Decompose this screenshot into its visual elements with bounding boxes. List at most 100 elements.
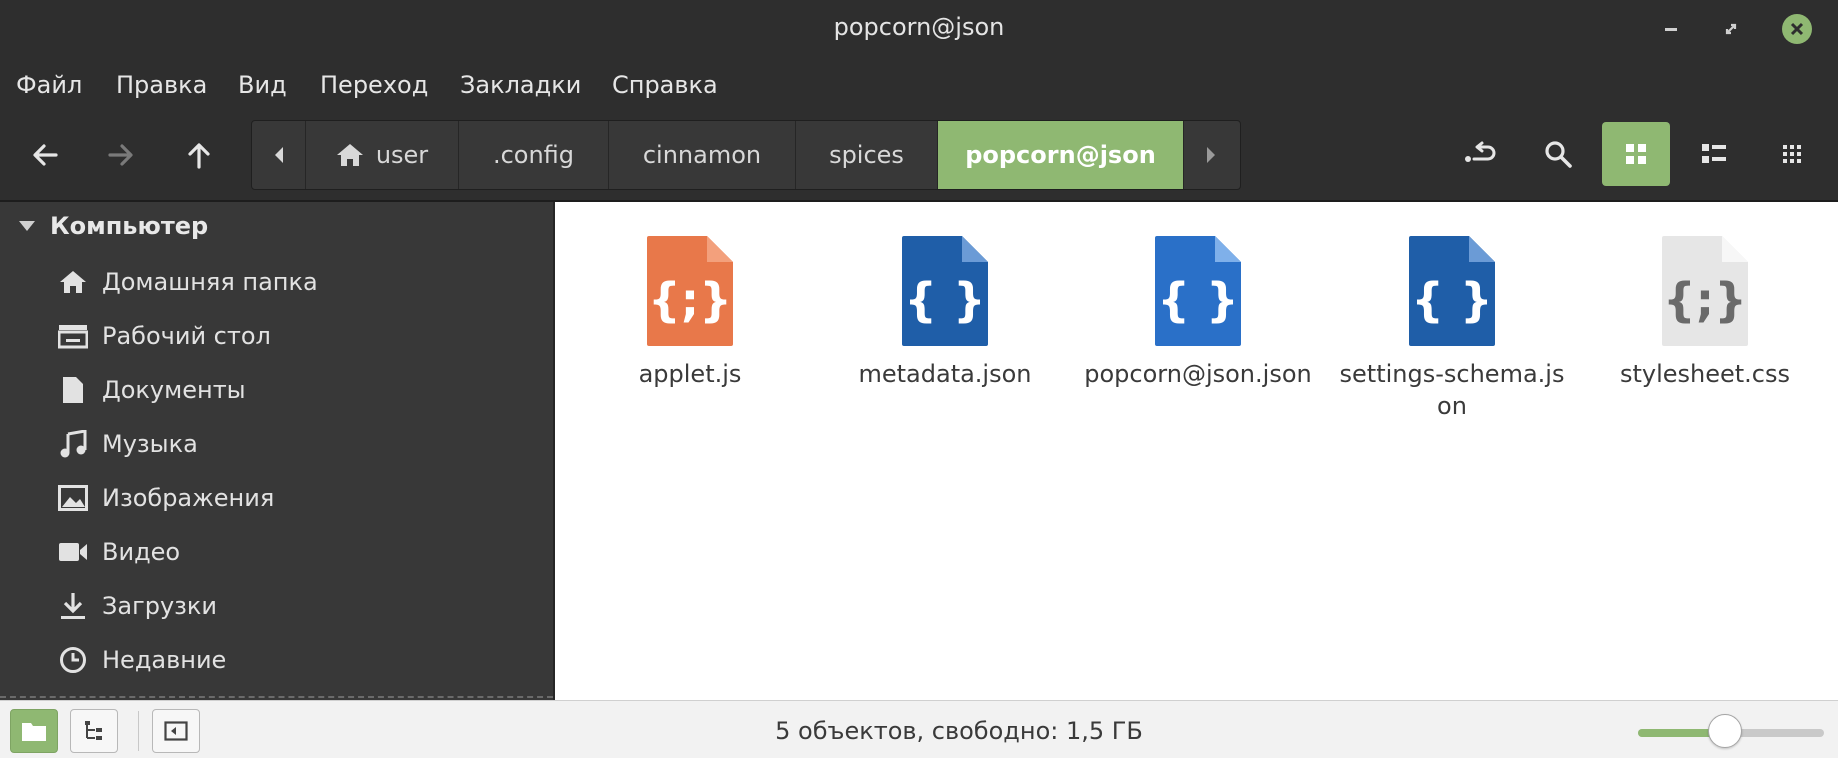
- sidebar-item-label: Музыка: [102, 430, 198, 458]
- path-bar: user .config cinnamon spices popcorn@jso…: [251, 120, 1241, 190]
- json-file-icon: { }: [1409, 236, 1495, 346]
- sidebar-item-label: Документы: [102, 376, 246, 404]
- svg-text:{ }: { }: [904, 273, 986, 327]
- file-item[interactable]: {;} stylesheet.css: [1590, 234, 1820, 390]
- grid-view-icon: [1626, 144, 1646, 164]
- arrow-left-icon: [33, 144, 58, 166]
- list-view-button[interactable]: [1680, 122, 1748, 186]
- file-item[interactable]: {;} applet.js: [575, 234, 805, 390]
- close-icon: [1790, 22, 1804, 36]
- file-name: metadata.json: [858, 360, 1032, 388]
- document-icon: [58, 375, 88, 405]
- download-icon: [58, 591, 88, 621]
- sidebar-item-label: Загрузки: [102, 592, 217, 620]
- file-name: applet.js: [638, 360, 742, 388]
- sidebar-item-label: Домашняя папка: [102, 268, 318, 296]
- sidebar-item-label: Видео: [102, 538, 181, 566]
- path-segment-label: cinnamon: [642, 141, 762, 169]
- list-view-icon: [1702, 144, 1726, 163]
- toolbar: user .config cinnamon spices popcorn@jso…: [0, 110, 1838, 202]
- path-scroll-left-button[interactable]: [252, 121, 306, 189]
- json-file-icon: { }: [902, 236, 988, 346]
- file-name: settings-schema.json: [1339, 360, 1565, 420]
- menu-help[interactable]: Справка: [612, 71, 718, 99]
- chevron-down-icon: [19, 221, 35, 231]
- json-file-icon: { }: [1155, 236, 1241, 346]
- up-button[interactable]: [176, 132, 222, 178]
- forward-button[interactable]: [98, 132, 144, 178]
- video-icon: [58, 537, 88, 567]
- sidebar-item-music[interactable]: Музыка: [58, 424, 198, 464]
- image-icon: [58, 483, 88, 513]
- file-name: stylesheet.css: [1619, 360, 1791, 388]
- file-name: popcorn@json.json: [1084, 360, 1312, 388]
- svg-text:{;}: {;}: [648, 273, 732, 327]
- path-segment-label: spices: [829, 141, 904, 169]
- compact-grid-icon: [1783, 145, 1801, 163]
- compact-view-button[interactable]: [1758, 122, 1826, 186]
- path-scroll-right-button[interactable]: [1184, 121, 1238, 189]
- icon-view-button[interactable]: [1602, 122, 1670, 186]
- minimize-button[interactable]: [1656, 14, 1686, 44]
- sidebar-item-downloads[interactable]: Загрузки: [58, 586, 217, 626]
- maximize-icon: [1725, 23, 1737, 35]
- file-item[interactable]: { } metadata.json: [830, 234, 1060, 390]
- arrow-right-icon: [108, 144, 133, 166]
- close-button[interactable]: [1782, 14, 1812, 44]
- css-file-icon: {;}: [1662, 236, 1748, 346]
- menu-edit[interactable]: Правка: [116, 71, 207, 99]
- menu-file[interactable]: Файл: [16, 71, 82, 99]
- maximize-button[interactable]: [1716, 14, 1746, 44]
- sidebar-item-videos[interactable]: Видео: [58, 532, 180, 572]
- sidebar: Компьютер Домашняя папка Рабочий стол До…: [0, 202, 553, 700]
- svg-text:{ }: { }: [1411, 273, 1493, 327]
- path-segment-current[interactable]: popcorn@json: [938, 121, 1184, 189]
- sidebar-item-desktop[interactable]: Рабочий стол: [58, 316, 271, 356]
- search-icon: [1545, 141, 1572, 168]
- file-item[interactable]: { } popcorn@json.json: [1083, 234, 1313, 390]
- sidebar-divider: [0, 696, 553, 698]
- menu-bar: Файл Правка Вид Переход Закладки Справка: [0, 58, 1838, 110]
- title-bar[interactable]: popcorn@json: [0, 0, 1838, 58]
- path-segment-label: .config: [492, 141, 575, 169]
- file-item[interactable]: { } settings-schema.json: [1337, 234, 1567, 422]
- path-segment-user[interactable]: user: [306, 121, 459, 189]
- menu-view[interactable]: Вид: [238, 71, 287, 99]
- triangle-left-icon: [274, 147, 283, 163]
- file-manager-window: popcorn@json Файл Правка Вид Переход Зак…: [0, 0, 1838, 758]
- path-segment-label: user: [375, 141, 429, 169]
- path-segment-spices[interactable]: spices: [796, 121, 938, 189]
- sidebar-item-home[interactable]: Домашняя папка: [58, 262, 318, 302]
- sidebar-section-computer[interactable]: Компьютер: [18, 212, 208, 240]
- sidebar-item-recent[interactable]: Недавние: [58, 640, 226, 680]
- menu-go[interactable]: Переход: [320, 71, 428, 99]
- triangle-right-icon: [1207, 147, 1215, 163]
- path-segment-cinnamon[interactable]: cinnamon: [609, 121, 796, 189]
- path-segment-label: popcorn@json: [965, 141, 1156, 169]
- arrow-up-icon: [188, 143, 210, 169]
- toggle-location-entry-button[interactable]: [1447, 122, 1515, 186]
- svg-text:{;}: {;}: [1663, 273, 1747, 327]
- status-bar: 5 объектов, свободно: 1,5 ГБ: [0, 700, 1838, 758]
- sidebar-item-label: Рабочий стол: [102, 322, 271, 350]
- sidebar-item-label: Изображения: [102, 484, 275, 512]
- sidebar-item-documents[interactable]: Документы: [58, 370, 246, 410]
- minimize-icon: [1665, 28, 1677, 31]
- location-toggle-icon: [1465, 141, 1496, 162]
- desktop-icon: [58, 321, 88, 351]
- svg-text:{ }: { }: [1157, 273, 1239, 327]
- status-text: 5 объектов, свободно: 1,5 ГБ: [775, 717, 1143, 745]
- search-button[interactable]: [1524, 122, 1592, 186]
- home-icon: [58, 267, 88, 297]
- music-icon: [58, 429, 88, 459]
- sidebar-item-pictures[interactable]: Изображения: [58, 478, 274, 518]
- home-icon: [336, 144, 363, 166]
- recent-icon: [58, 645, 88, 675]
- sidebar-header-label: Компьютер: [50, 212, 209, 240]
- javascript-file-icon: {;}: [647, 236, 733, 346]
- file-view[interactable]: {;} applet.js { } metadata.json { } popc…: [555, 202, 1838, 700]
- back-button[interactable]: [22, 132, 68, 178]
- window-title: popcorn@json: [833, 13, 1005, 41]
- path-segment-config[interactable]: .config: [459, 121, 609, 189]
- menu-bookmarks[interactable]: Закладки: [460, 71, 581, 99]
